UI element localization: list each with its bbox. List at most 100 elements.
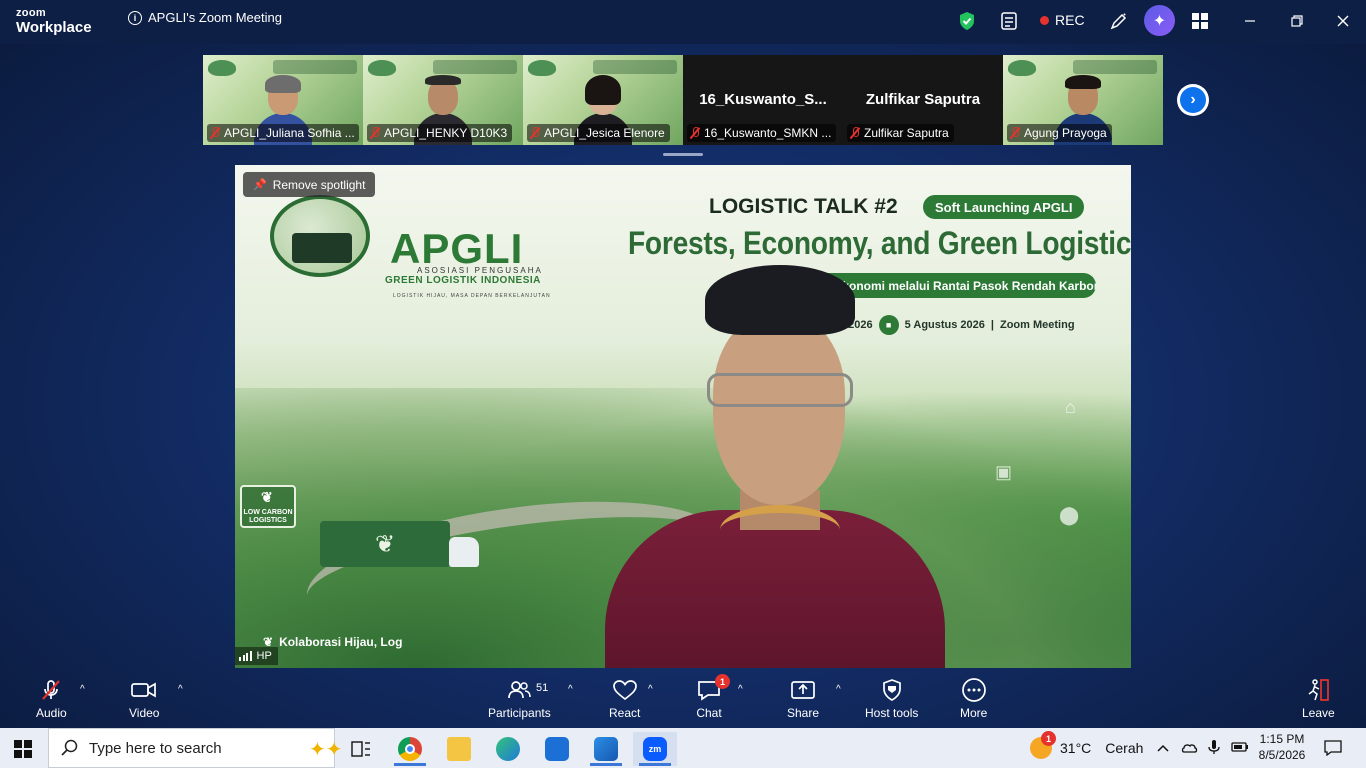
recording-indicator[interactable]: REC [1040,12,1085,28]
participant-tile[interactable]: 16_Kuswanto_S... 16_Kuswanto_SMKN ... [683,55,843,145]
react-button[interactable]: React [609,678,640,720]
spotlight-video[interactable]: ❦ LOW CARBON LOGISTICS APGLI ASOSIASI PE… [235,165,1131,668]
slide-event-title: LOGISTIC TALK #2 [709,195,898,218]
speaker-video [605,265,945,668]
participant-tile[interactable]: Agung Prayoga [1003,55,1163,145]
weather-widget[interactable]: 1 31°C Cerah [1030,728,1143,768]
audio-options-caret[interactable]: ^ [80,684,85,695]
mic-muted-icon [39,678,63,702]
edge-icon[interactable] [486,732,530,766]
mic-muted-icon [850,127,860,139]
chevron-right-icon: › [1180,87,1206,113]
audio-button[interactable]: Audio [36,678,67,720]
slide-badge: Soft Launching APGLI [923,195,1085,219]
apgli-logo-icon [208,60,236,76]
outlook-icon[interactable] [535,732,579,766]
more-button[interactable]: More [960,678,987,720]
apgli-logo-icon [528,60,556,76]
apgli-globe-logo [270,195,370,277]
task-view-icon[interactable] [339,732,383,766]
heart-icon [612,678,638,702]
pin-icon: 📌 [253,179,267,191]
chat-unread-badge: 1 [715,674,730,689]
taskbar-clock[interactable]: 1:15 PM 8/5/2026 [1258,731,1306,763]
annotate-pen-icon[interactable] [1108,10,1130,32]
onedrive-icon[interactable] [1180,740,1198,757]
restore-button[interactable] [1287,10,1307,32]
ai-companion-button[interactable]: ✦ [1144,5,1175,36]
chat-bubble-icon: 1 [696,674,730,702]
leave-door-icon [1305,678,1331,702]
participant-tile[interactable]: APGLI_HENKY D10K3 [363,55,523,145]
close-button[interactable] [1333,10,1353,32]
mic-muted-icon [530,127,540,139]
windows-taskbar: Type here to search ✦✦ zm 1 31°C Cerah 1… [0,728,1366,768]
slide-footer: ❦ Kolaborasi Hijau, Log [263,635,403,649]
more-dots-icon [961,678,987,702]
battery-network-icon[interactable] [1230,740,1250,757]
signal-strength-icon [239,651,252,661]
microphone-icon[interactable] [1208,739,1220,758]
participant-name-tag: 16_Kuswanto_SMKN ... [687,124,837,142]
leave-button[interactable]: Leave [1302,678,1335,720]
participants-icon [506,678,532,702]
video-camera-icon [130,678,158,702]
participant-name-tag: Zulfikar Saputra [847,124,954,142]
chevron-up-icon[interactable] [1156,740,1170,756]
info-icon[interactable]: i [128,10,142,25]
box-icon: ▣ [995,462,1013,482]
mic-muted-icon [690,127,700,139]
chat-button[interactable]: 1 Chat [696,674,730,720]
media-player-icon[interactable] [584,732,628,766]
meeting-info[interactable]: i APGLI's Zoom Meeting [128,10,282,25]
search-icon [61,739,78,756]
share-options-caret[interactable]: ^ [836,684,841,695]
captions-panel-icon[interactable] [998,10,1020,32]
record-dot-icon [1040,15,1049,25]
sparkle-icon: ✦ [1152,12,1167,30]
remove-spotlight-button[interactable]: 📌 Remove spotlight [243,172,376,197]
apps-grid-icon[interactable] [1189,10,1211,32]
participant-name-tag: APGLI_HENKY D10K3 [367,124,513,142]
low-carbon-badge: LOW CARBON LOGISTICS [240,485,296,528]
chat-options-caret[interactable]: ^ [738,684,743,695]
zoom-logo: zoom Workplace [16,7,92,36]
mic-muted-icon [210,127,220,139]
speaker-name-tag: HP [235,647,278,665]
taskbar-search-input[interactable]: Type here to search ✦✦ [48,728,343,768]
notifications-icon[interactable] [1324,728,1342,768]
chrome-icon[interactable] [388,732,432,766]
meeting-title: APGLI's Zoom Meeting [148,10,282,25]
next-page-button[interactable]: › [1177,84,1209,116]
participant-name-tag: APGLI_Jesica Elenore [527,124,670,142]
warehouse-icon: ⌂ [1065,397,1076,417]
shield-icon [880,678,904,702]
video-button[interactable]: Video [129,678,159,720]
share-button[interactable]: Share [787,678,819,720]
participants-count: 51 [536,682,549,694]
participant-thumbnail-strip: APGLI_Juliana Sofhia ... APGLI_HENKY D10… [203,55,1163,145]
share-screen-icon [789,678,817,702]
weather-sun-icon: 1 [1030,731,1056,759]
encryption-shield-icon[interactable] [956,10,978,32]
participants-options-caret[interactable]: ^ [568,684,573,695]
mic-muted-icon [1010,127,1020,139]
video-options-caret[interactable]: ^ [178,684,183,695]
zoom-app-icon[interactable]: zm [633,732,677,766]
participant-tile[interactable]: Zulfikar Saputra Zulfikar Saputra [843,55,1003,145]
windows-start-icon[interactable] [14,740,32,758]
leaf-icon: ❦ [375,531,396,558]
minimize-button[interactable] [1240,10,1260,32]
system-tray [1156,728,1250,768]
participant-tile[interactable]: APGLI_Juliana Sofhia ... [203,55,363,145]
participant-tile[interactable]: APGLI_Jesica Elenore [523,55,683,145]
strip-resize-handle[interactable] [663,153,703,156]
mic-muted-icon [370,127,380,139]
meeting-controls-bar: Audio ^ Video ^ Participants 51 ^ React … [0,672,1366,728]
react-options-caret[interactable]: ^ [648,684,653,695]
participant-name-tag: Agung Prayoga [1007,124,1112,142]
title-bar: zoom Workplace i APGLI's Zoom Meeting RE… [0,0,1366,44]
file-explorer-icon[interactable] [437,732,481,766]
host-tools-button[interactable]: Host tools [865,678,918,720]
sparkle-decoration-icon: ✦✦ [309,739,343,761]
